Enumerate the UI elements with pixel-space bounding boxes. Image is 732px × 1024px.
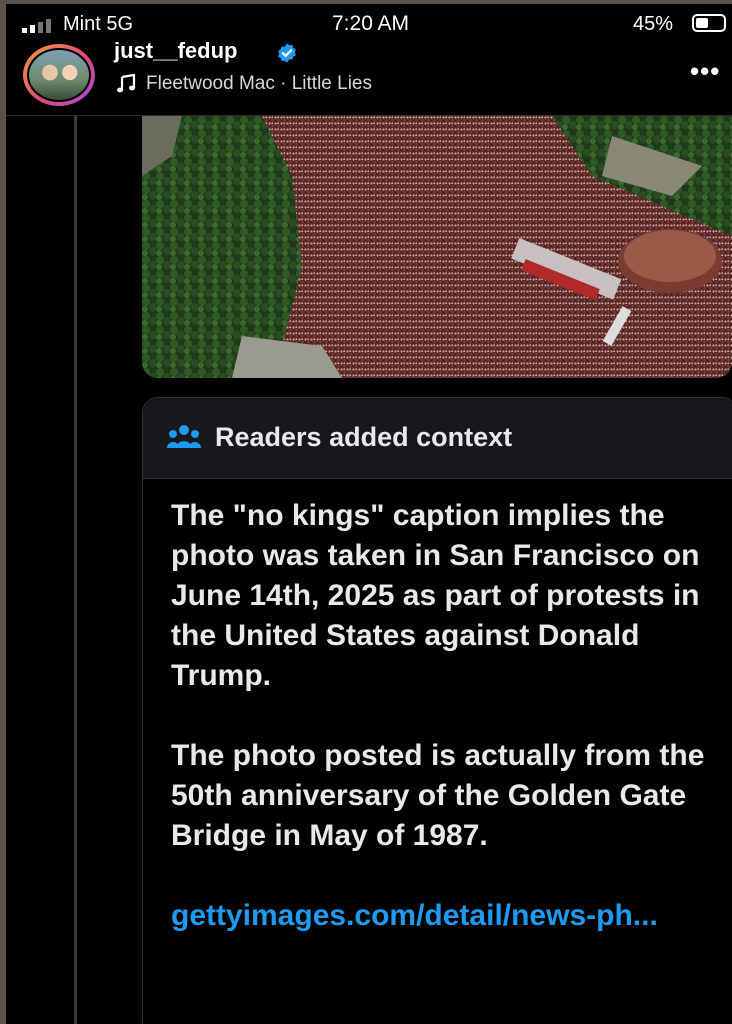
people-icon [167, 425, 201, 448]
context-paragraph: The photo posted is actually from the 50… [171, 739, 705, 852]
readers-context-card: Readers added context The "no kings" cap… [142, 397, 732, 1024]
song-title[interactable]: Fleetwood Mac · Little Lies [146, 73, 372, 95]
post-image[interactable] [142, 116, 732, 378]
music-note-icon [117, 74, 136, 93]
context-paragraph: The "no kings" caption implies the photo… [171, 499, 700, 692]
source-link[interactable]: gettyimages.com/detail/news-ph... [171, 896, 711, 936]
battery-percent: 45% [633, 13, 674, 35]
phone-screen: Mint 5G 7:20 AM 45% just__fedup Fleetwoo… [6, 4, 732, 1024]
context-body: The "no kings" caption implies the photo… [171, 496, 711, 936]
avatar-photo [27, 48, 91, 102]
carrier-label: Mint 5G [63, 13, 134, 35]
more-options-button[interactable]: ••• [690, 56, 720, 87]
avatar[interactable] [23, 44, 95, 106]
thread-line [74, 116, 77, 1024]
aerial-crowd-photo [142, 116, 732, 378]
context-title: Readers added context [215, 422, 513, 452]
context-header: Readers added context [143, 398, 732, 479]
signal-strength-icon [22, 19, 51, 33]
battery-level-fill [696, 18, 708, 28]
verified-badge-icon [278, 43, 296, 63]
battery-icon [692, 14, 726, 32]
post-header: just__fedup Fleetwood Mac · Little Lies … [6, 38, 732, 118]
username[interactable]: just__fedup [114, 38, 237, 64]
status-time: 7:20 AM [332, 12, 410, 35]
